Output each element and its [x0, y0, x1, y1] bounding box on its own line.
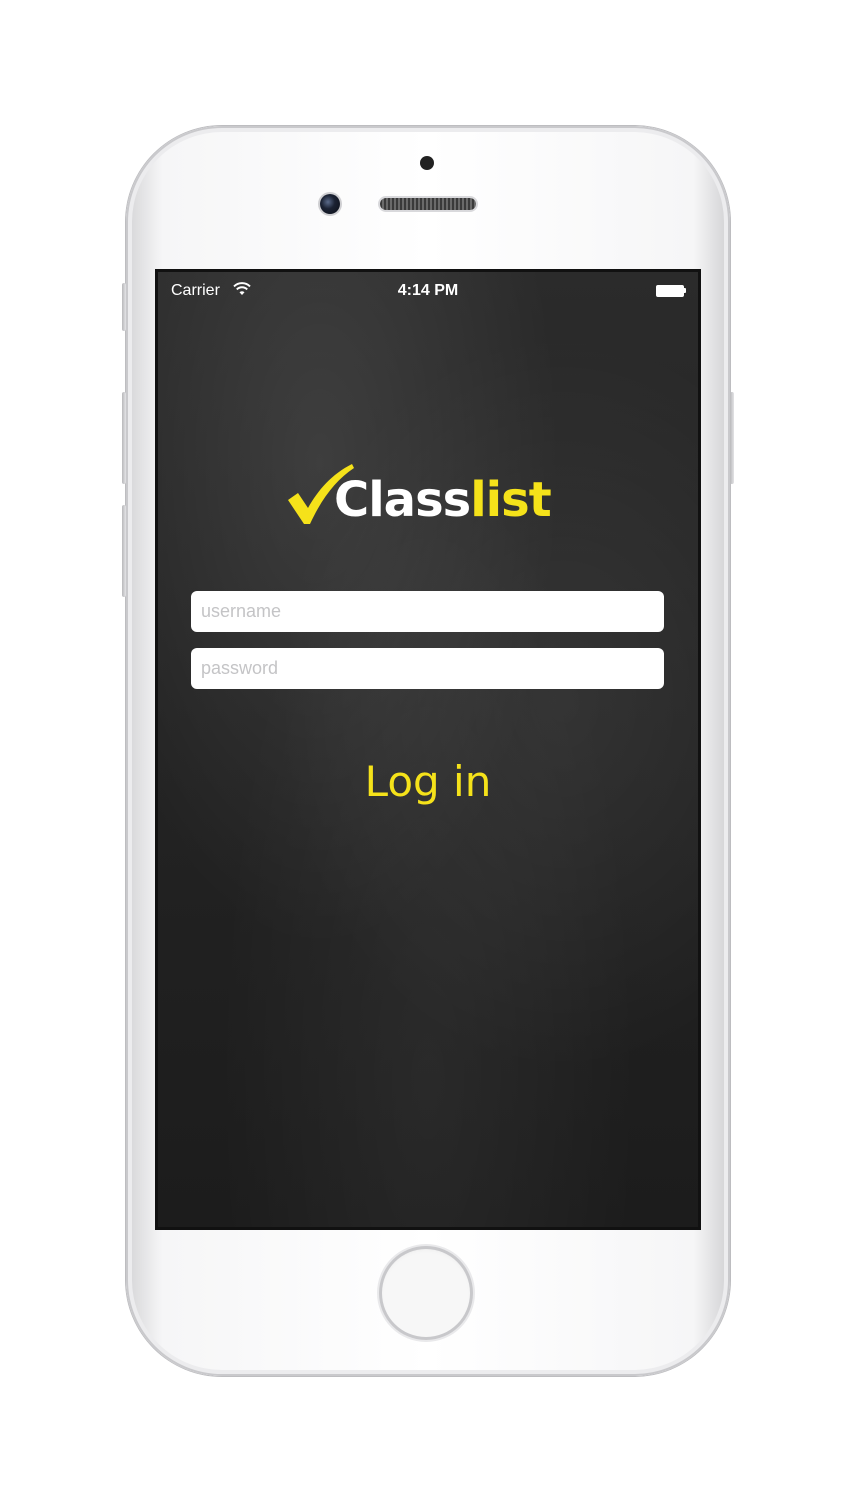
front-camera	[320, 194, 340, 214]
app-screen: Carrier 4:14 PM Classlist Log in	[158, 272, 698, 1227]
logo-wordmark: Classlist	[334, 472, 552, 528]
proximity-sensor	[420, 156, 434, 170]
home-button[interactable]	[379, 1246, 473, 1340]
battery-icon	[656, 285, 686, 297]
status-bar: Carrier 4:14 PM	[158, 272, 698, 310]
logo-text-class: Class	[334, 472, 471, 528]
power-button	[730, 392, 734, 484]
volume-down-button	[122, 505, 126, 597]
username-input[interactable]	[191, 591, 664, 632]
logo-text-list: list	[470, 472, 551, 528]
earpiece-speaker	[380, 198, 476, 210]
login-button[interactable]: Log in	[328, 750, 528, 812]
classlist-logo: Classlist	[286, 462, 556, 532]
password-input[interactable]	[191, 648, 664, 689]
status-time: 4:14 PM	[397, 282, 459, 299]
volume-up-button	[122, 392, 126, 484]
mute-switch	[122, 283, 126, 331]
